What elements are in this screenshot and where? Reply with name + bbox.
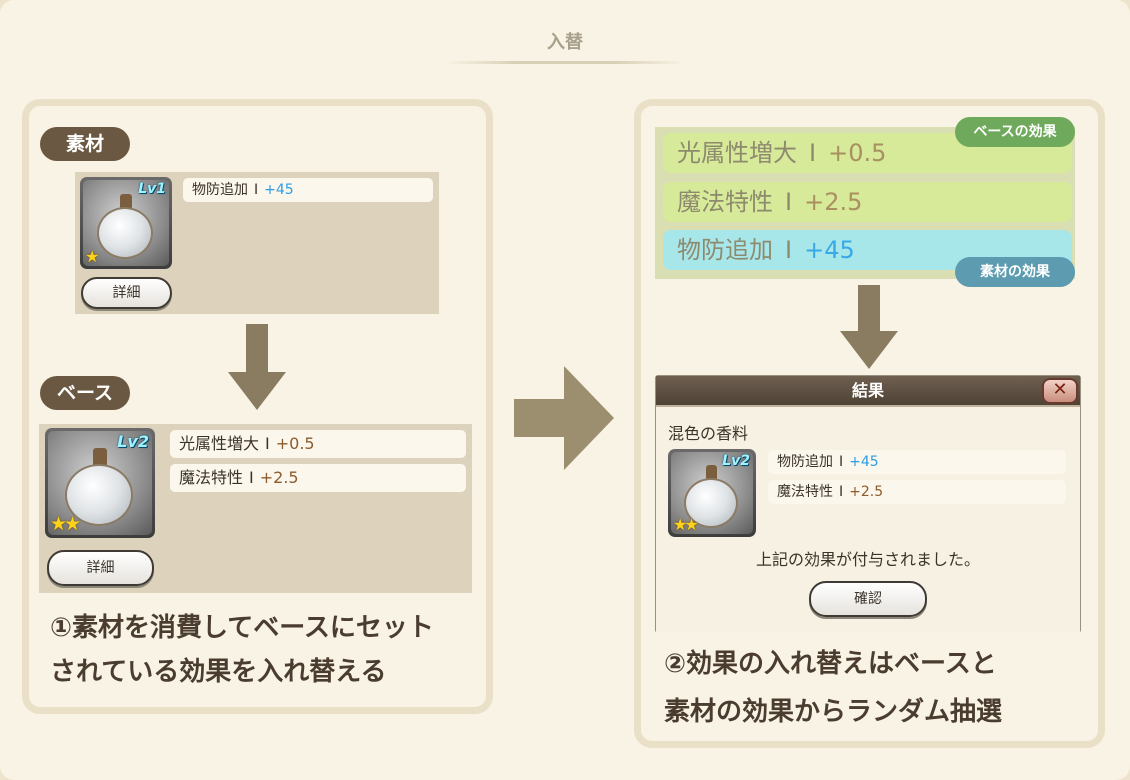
close-icon[interactable]: ✕ <box>1042 378 1078 404</box>
material-item-icon[interactable]: Lv1 ★ <box>80 177 172 269</box>
arrow-down-icon <box>228 324 286 410</box>
material-effect-tag: 素材の効果 <box>955 257 1075 287</box>
dialog-stat-row: 物防追加 I +45 <box>768 450 1066 474</box>
base-label: ベース <box>40 376 130 410</box>
effect-row-base: 魔法特性 I +2.5 <box>663 182 1072 222</box>
right-caption-line2: 素材の効果からランダム抽選 <box>664 697 1003 727</box>
left-caption-line1: ①素材を消費してベースにセット <box>50 613 434 643</box>
title-divider <box>445 61 685 64</box>
star-icon: ★★ <box>50 513 81 535</box>
left-caption-line2: されている効果を入れ替える <box>50 657 387 687</box>
result-dialog: 結果 ✕ 混色の香料 Lv2 ★★ 物防追加 I +45 魔法特性 I +2.5 上記の… <box>655 375 1081 633</box>
base-stat-row: 光属性増大 I +0.5 <box>170 430 466 458</box>
star-icon: ★★ <box>673 515 699 534</box>
level-badge: Lv2 <box>117 432 149 451</box>
level-badge: Lv1 <box>138 181 166 197</box>
perfume-flask-icon: Lv1 ★ <box>83 180 169 266</box>
confirm-button[interactable]: 確認 <box>809 581 927 617</box>
perfume-flask-icon: Lv2 ★★ <box>671 452 753 534</box>
dialog-message: 上記の効果が付与されました。 <box>755 550 980 569</box>
perfume-flask-icon: Lv2 ★★ <box>48 431 152 535</box>
material-stat-row: 物防追加 I +45 <box>183 178 433 202</box>
arrow-right-icon <box>514 366 614 470</box>
dialog-stat-row: 魔法特性 I +2.5 <box>768 480 1066 504</box>
base-stat-row: 魔法特性 I +2.5 <box>170 464 466 492</box>
right-caption-line1: ②効果の入れ替えはベースと <box>664 649 997 679</box>
level-badge: Lv2 <box>722 453 750 469</box>
page-title: 入替 <box>547 32 583 53</box>
dialog-body: 混色の香料 Lv2 ★★ 物防追加 I +45 魔法特性 I +2.5 上記の効果が付与… <box>656 405 1080 633</box>
material-detail-button[interactable]: 詳細 <box>81 277 172 309</box>
star-icon: ★ <box>85 247 99 266</box>
dialog-title: 結果 <box>656 376 1080 405</box>
base-item-icon[interactable]: Lv2 ★★ <box>45 428 155 538</box>
base-effect-tag: ベースの効果 <box>955 117 1075 147</box>
result-item-icon[interactable]: Lv2 ★★ <box>668 449 756 537</box>
base-detail-button[interactable]: 詳細 <box>47 550 154 586</box>
arrow-down-icon <box>840 285 898 369</box>
dialog-item-name: 混色の香料 <box>668 424 749 443</box>
material-label: 素材 <box>40 127 130 161</box>
